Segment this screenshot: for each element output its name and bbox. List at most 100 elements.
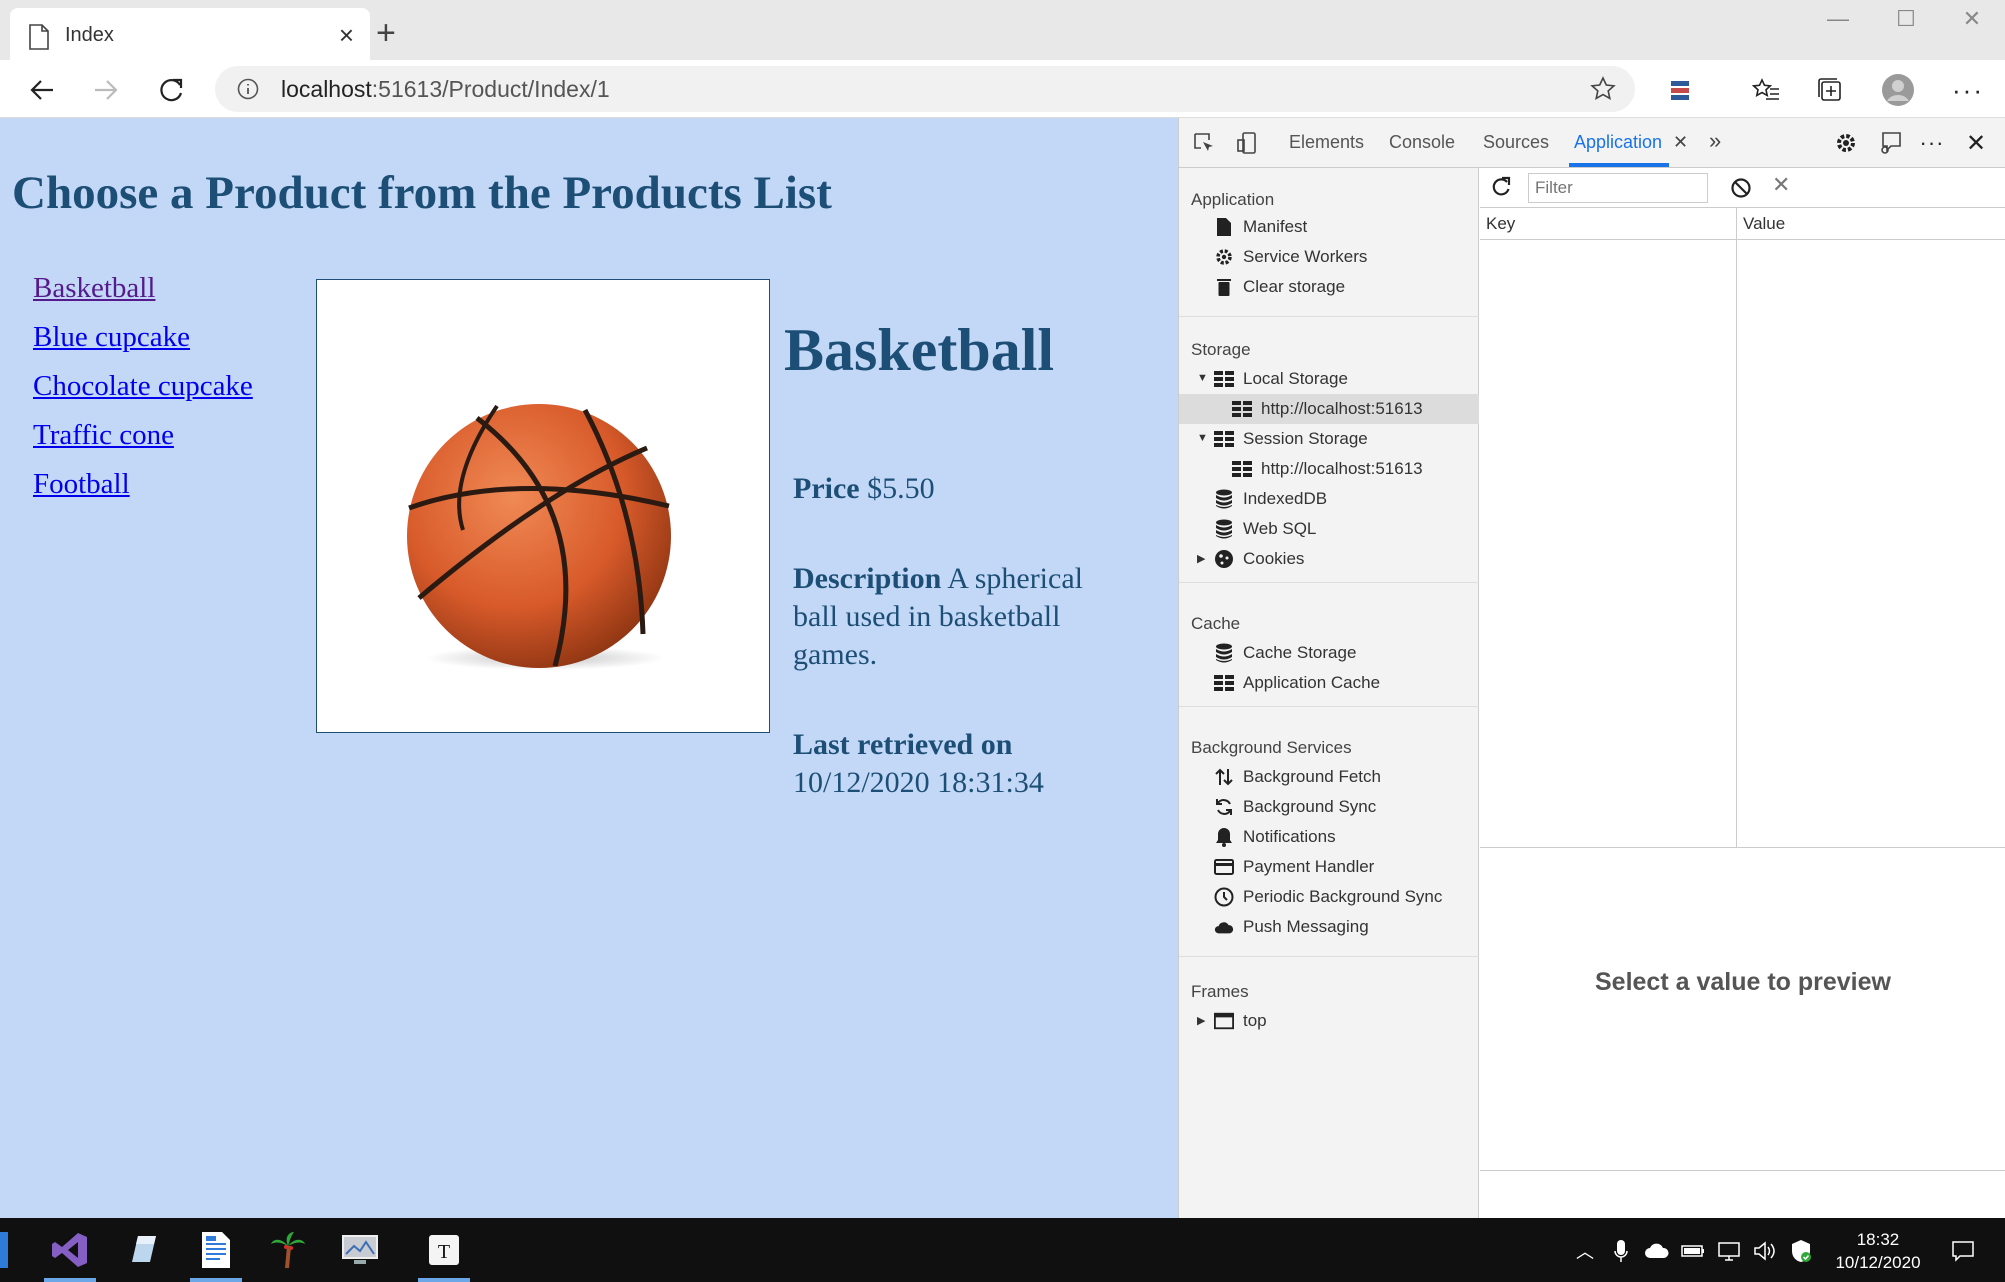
refresh-icon[interactable] <box>1490 176 1512 203</box>
expand-arrow-icon[interactable]: ▶ <box>1197 1014 1205 1027</box>
sidebar-item-manifest[interactable]: Manifest <box>1179 212 1479 242</box>
price-label: Price <box>793 472 860 505</box>
sidebar-item-label: Periodic Background Sync <box>1243 887 1443 906</box>
sidebar-item-background-sync[interactable]: Background Sync <box>1179 792 1479 822</box>
visual-studio-icon[interactable] <box>40 1218 100 1282</box>
profile-avatar-icon[interactable] <box>1878 72 1918 108</box>
battery-icon[interactable] <box>1680 1238 1706 1264</box>
grid-icon <box>1214 429 1234 449</box>
tab-console[interactable]: Console <box>1389 132 1455 153</box>
retrieved-field: Last retrieved on 10/12/2020 18:31:34 <box>793 726 1133 802</box>
feedback-icon[interactable] <box>1875 128 1905 158</box>
sidebar-item-push-messaging[interactable]: Push Messaging <box>1179 912 1479 942</box>
collections-icon[interactable] <box>1810 72 1850 108</box>
minimize-icon[interactable]: — <box>1808 6 1868 32</box>
product-link[interactable]: Football <box>33 468 130 500</box>
trash-icon <box>1214 277 1234 297</box>
security-shield-icon[interactable] <box>1788 1238 1814 1264</box>
inspect-element-icon[interactable] <box>1189 128 1219 158</box>
clear-all-icon[interactable] <box>1730 177 1752 204</box>
product-link[interactable]: Basketball <box>33 272 155 304</box>
sidebar-item-local-storage-origin[interactable]: http://localhost:51613 <box>1179 394 1479 424</box>
address-bar[interactable]: localhost:51613/Product/Index/1 <box>215 66 1635 112</box>
clock-time: 18:32 <box>1856 1230 1900 1249</box>
preview-divider <box>1480 1170 2005 1171</box>
sidebar-item-label: Manifest <box>1243 217 1308 236</box>
sidebar-item-cache-storage[interactable]: Cache Storage <box>1179 638 1479 668</box>
sidebar-item-notifications[interactable]: Notifications <box>1179 822 1479 852</box>
vscode-partial-icon[interactable] <box>0 1232 8 1268</box>
close-tab-icon[interactable]: × <box>339 20 354 51</box>
tab-elements[interactable]: Elements <box>1289 132 1364 153</box>
sidebar-item-local-storage[interactable]: ▼ Local Storage <box>1179 364 1479 394</box>
close-window-icon[interactable]: ✕ <box>1942 6 2002 32</box>
column-header-value[interactable]: Value <box>1737 208 2005 240</box>
page-viewport: Choose a Product from the Products List … <box>0 118 1178 1218</box>
sidebar-item-label: Service Workers <box>1243 247 1368 266</box>
microphone-icon[interactable] <box>1608 1238 1634 1264</box>
tab-application[interactable]: Application <box>1574 132 1662 153</box>
onedrive-cloud-icon[interactable] <box>1644 1238 1670 1264</box>
sidebar-item-clear-storage[interactable]: Clear storage <box>1179 272 1479 302</box>
extension-icon[interactable] <box>1660 72 1700 108</box>
forward-icon[interactable] <box>86 72 126 108</box>
sql-tool-icon[interactable] <box>114 1218 174 1282</box>
system-clock[interactable]: 18:32 10/12/2020 <box>1818 1228 1938 1274</box>
refresh-icon[interactable] <box>152 72 192 108</box>
column-divider <box>1736 208 1737 848</box>
tab-strip: Index × + — ☐ ✕ <box>0 0 2005 60</box>
network-icon[interactable] <box>1716 1238 1742 1264</box>
sidebar-item-label: Background Fetch <box>1243 767 1381 786</box>
settings-gear-icon[interactable] <box>1831 128 1861 158</box>
show-hidden-icons-icon[interactable]: ︿ <box>1572 1238 1598 1264</box>
sidebar-item-periodic-background-sync[interactable]: Periodic Background Sync <box>1179 882 1479 912</box>
sidebar-item-session-storage[interactable]: ▼ Session Storage <box>1179 424 1479 454</box>
product-link[interactable]: Traffic cone <box>33 419 174 451</box>
more-tabs-icon[interactable]: » <box>1709 128 1721 154</box>
frame-icon <box>1214 1011 1234 1031</box>
expand-arrow-icon[interactable]: ▼ <box>1197 372 1208 384</box>
column-header-key[interactable]: Key <box>1480 208 1736 240</box>
expand-arrow-icon[interactable]: ▶ <box>1197 552 1205 565</box>
sidebar-item-session-storage-origin[interactable]: http://localhost:51613 <box>1179 454 1479 484</box>
product-link[interactable]: Blue cupcake <box>33 321 190 353</box>
favorite-star-icon[interactable] <box>1589 75 1617 108</box>
browser-tab[interactable]: Index × <box>10 8 370 60</box>
maximize-icon[interactable]: ☐ <box>1876 6 1936 32</box>
sidebar-item-cookies[interactable]: ▶ Cookies <box>1179 544 1479 574</box>
devtools-more-icon[interactable]: ··· <box>1917 128 1947 158</box>
sidebar-item-service-workers[interactable]: Service Workers <box>1179 242 1479 272</box>
tab-title: Index <box>65 24 114 46</box>
close-application-tab-icon[interactable]: ✕ <box>1673 132 1688 153</box>
filter-input[interactable] <box>1528 173 1708 203</box>
cookie-icon <box>1214 549 1234 569</box>
product-link[interactable]: Chocolate cupcake <box>33 370 253 402</box>
sidebar-item-top-frame[interactable]: ▶ top <box>1179 1006 1479 1036</box>
devtools-panel: Elements Console Sources Application ✕ »… <box>1178 118 2005 1218</box>
volume-icon[interactable] <box>1752 1238 1778 1264</box>
storage-table: Key Value <box>1480 208 2005 848</box>
action-center-icon[interactable] <box>1950 1238 1976 1264</box>
close-devtools-icon[interactable]: ✕ <box>1961 128 1991 158</box>
sidebar-item-application-cache[interactable]: Application Cache <box>1179 668 1479 698</box>
document-editor-icon[interactable] <box>186 1218 246 1282</box>
back-icon[interactable] <box>22 72 62 108</box>
list-item: Basketball <box>33 272 253 321</box>
delete-selected-icon[interactable]: ✕ <box>1772 172 1790 198</box>
more-options-icon[interactable]: ··· <box>1948 72 1988 108</box>
tab-sources[interactable]: Sources <box>1483 132 1549 153</box>
svg-text:T: T <box>438 1241 450 1263</box>
monitor-app-icon[interactable] <box>330 1218 390 1282</box>
typora-icon[interactable]: T <box>414 1218 474 1282</box>
sidebar-item-web-sql[interactable]: Web SQL <box>1179 514 1479 544</box>
site-info-icon[interactable] <box>237 78 259 105</box>
favorites-icon[interactable] <box>1746 72 1786 108</box>
expand-arrow-icon[interactable]: ▼ <box>1197 432 1208 444</box>
device-toolbar-icon[interactable] <box>1233 128 1263 158</box>
sidebar-item-indexeddb[interactable]: IndexedDB <box>1179 484 1479 514</box>
new-tab-icon[interactable]: + <box>376 14 396 53</box>
palm-tree-app-icon[interactable] <box>258 1218 318 1282</box>
price-field: Price $5.50 <box>793 470 1133 508</box>
sidebar-item-background-fetch[interactable]: Background Fetch <box>1179 762 1479 792</box>
sidebar-item-payment-handler[interactable]: Payment Handler <box>1179 852 1479 882</box>
